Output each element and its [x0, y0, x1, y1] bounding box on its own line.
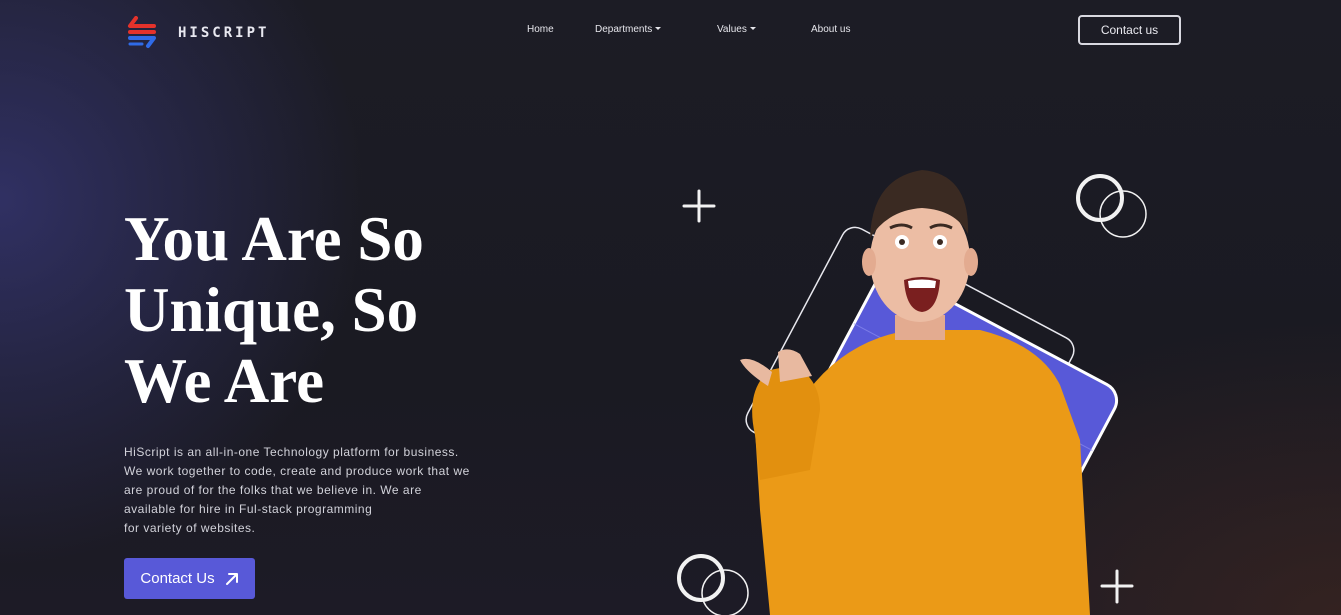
person-pointing-icon: [740, 170, 1090, 615]
hero-description-line: We work together to code, create and pro…: [124, 464, 470, 478]
nav-values-label: Values: [717, 24, 747, 35]
hero-title-line: You Are So: [124, 204, 424, 274]
double-circle-icon: [677, 554, 749, 615]
hero-description-line: available for hire in Ful-stack programm…: [124, 502, 373, 516]
nav-departments[interactable]: Departments: [595, 24, 662, 35]
nav-home[interactable]: Home: [527, 24, 554, 35]
plus-icon: [1100, 569, 1134, 604]
hero-description: HiScript is an all-in-one Technology pla…: [124, 443, 504, 538]
header-contact-button[interactable]: Contact us: [1078, 15, 1181, 45]
double-circle-icon: [1076, 174, 1147, 238]
hero-title-line: We Are: [124, 346, 325, 416]
plus-icon: [682, 189, 716, 223]
nav-values[interactable]: Values: [717, 24, 756, 35]
hero-contact-label: Contact Us: [140, 570, 215, 587]
arrow-up-right-icon: [225, 572, 238, 585]
caret-down-icon: [749, 27, 756, 30]
nav-about-us[interactable]: About us: [811, 24, 850, 35]
hero-illustration: [677, 170, 1147, 615]
nav-departments-label: Departments: [595, 24, 653, 35]
hero-description-line: for variety of websites.: [124, 521, 256, 535]
hero-contact-button[interactable]: Contact Us: [124, 558, 255, 599]
hero-description-line: HiScript is an all-in-one Technology pla…: [124, 445, 459, 459]
hero-title-line: Unique, So: [124, 275, 419, 345]
hero-description-line: are proud of for the folks that we belie…: [124, 483, 422, 497]
caret-down-icon: [655, 27, 662, 30]
hero-title: You Are So Unique, So We Are: [124, 204, 544, 417]
